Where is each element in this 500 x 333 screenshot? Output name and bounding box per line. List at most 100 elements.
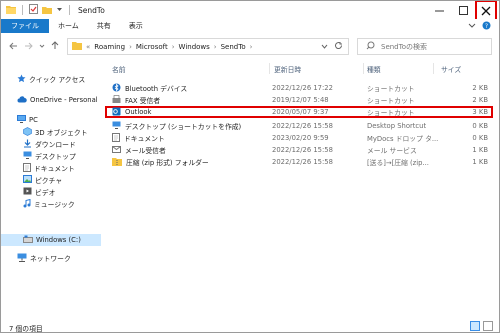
bluetooth-icon xyxy=(112,83,121,94)
file-type: ショートカット xyxy=(367,109,415,117)
navigation-pane: クイック アクセス OneDrive - Personal PC 3D オブジェ… xyxy=(1,63,101,318)
fax-icon xyxy=(112,94,121,106)
breadcrumb-roaming[interactable]: Roaming xyxy=(94,43,125,51)
explorer-window: SendTo ファイル ホーム 共有 表示 ? « Roaming › Micr… xyxy=(0,0,500,333)
chevron-down-icon[interactable] xyxy=(56,6,63,15)
file-type: [送る]→[圧縮 (zip... xyxy=(367,159,429,167)
column-header-name[interactable]: 名前 xyxy=(112,63,126,75)
breadcrumb-sendto[interactable]: SendTo xyxy=(221,43,246,51)
search-icon xyxy=(366,41,375,52)
file-size: 0 KB xyxy=(472,122,488,130)
file-type: メール サービス xyxy=(367,147,417,155)
refresh-icon[interactable] xyxy=(334,41,343,52)
chevron-right-icon: › xyxy=(213,42,217,51)
pc-icon xyxy=(17,115,26,125)
file-date: 2020/05/07 9:37 xyxy=(272,108,329,116)
column-header-type[interactable]: 種類 xyxy=(367,63,381,75)
file-name: デスクトップ (ショートカットを作成) xyxy=(125,123,242,131)
large-icons-view-button[interactable] xyxy=(483,321,493,331)
properties-icon[interactable] xyxy=(29,4,38,16)
ribbon-tabs: ファイル ホーム 共有 表示 ? xyxy=(1,19,499,33)
minimize-button[interactable] xyxy=(427,1,451,19)
documents-shortcut-icon xyxy=(112,132,120,144)
sidebar-item-label: デスクトップ xyxy=(35,153,76,161)
sidebar-item-quick-access[interactable]: クイック アクセス xyxy=(1,73,101,85)
overflow-chevron[interactable]: « xyxy=(86,43,90,51)
file-date: 2022/12/26 17:22 xyxy=(272,84,333,92)
sidebar-item-network[interactable]: ネットワーク xyxy=(1,252,101,264)
file-name: 圧縮 (zip 形式) フォルダー xyxy=(126,159,209,167)
navigation-bar: « Roaming › Microsoft › Windows › SendTo… xyxy=(1,36,499,58)
file-row[interactable]: デスクトップ (ショートカットを作成) 2022/12/26 15:58 Des… xyxy=(105,120,493,132)
desktop-icon xyxy=(23,151,32,161)
up-arrow-icon[interactable] xyxy=(51,41,59,53)
chevron-right-icon: › xyxy=(249,42,253,51)
file-date: 2023/02/20 9:59 xyxy=(272,134,329,142)
sidebar-item-windows-c[interactable]: Windows (C:) xyxy=(1,234,101,246)
search-box[interactable]: SendToの検索 xyxy=(357,38,492,55)
sidebar-item-3d-objects[interactable]: 3D オブジェクト xyxy=(1,126,101,138)
sidebar-item-pictures[interactable]: ピクチャ xyxy=(1,174,101,186)
window-title: SendTo xyxy=(78,5,105,15)
sidebar-item-pc[interactable]: PC xyxy=(1,114,101,126)
sidebar-item-videos[interactable]: ビデオ xyxy=(1,186,101,198)
details-view-button[interactable] xyxy=(470,321,480,331)
sidebar-item-label: ネットワーク xyxy=(30,255,71,263)
file-type: Desktop Shortcut xyxy=(367,122,427,130)
desktop-shortcut-icon xyxy=(112,121,121,131)
breadcrumb-microsoft[interactable]: Microsoft xyxy=(136,43,168,51)
file-name: Bluetooth デバイス xyxy=(125,85,188,93)
network-icon xyxy=(17,253,27,264)
tab-file[interactable]: ファイル xyxy=(1,19,49,33)
file-row[interactable]: メール受信者 2022/12/26 15:58 メール サービス 1 KB xyxy=(105,144,493,156)
forward-arrow-icon[interactable] xyxy=(24,42,33,53)
sidebar-item-label: ドキュメント xyxy=(34,165,75,173)
column-header-size[interactable]: サイズ xyxy=(441,63,461,75)
sidebar-item-label: ダウンロード xyxy=(35,141,76,149)
folder-icon xyxy=(6,5,16,16)
outlook-icon xyxy=(112,107,121,118)
file-row[interactable]: FAX 受信者 2019/12/07 5:48 ショートカット 2 KB xyxy=(105,94,493,106)
cube-icon xyxy=(23,126,32,138)
new-folder-icon[interactable] xyxy=(42,5,52,16)
sidebar-item-documents[interactable]: ドキュメント xyxy=(1,162,101,174)
mail-icon xyxy=(112,145,121,155)
sidebar-item-music[interactable]: ミュージック xyxy=(1,198,101,210)
chevron-right-icon: › xyxy=(129,42,132,51)
star-icon xyxy=(17,74,26,85)
sidebar-item-label: 3D オブジェクト xyxy=(35,129,88,137)
sidebar-item-onedrive[interactable]: OneDrive - Personal xyxy=(1,94,101,106)
help-icon[interactable]: ? xyxy=(482,21,491,32)
sidebar-item-downloads[interactable]: ダウンロード xyxy=(1,138,101,150)
sidebar-item-label: ビデオ xyxy=(35,189,56,197)
column-header-date[interactable]: 更新日時 xyxy=(274,63,301,75)
tab-home[interactable]: ホーム xyxy=(49,19,88,33)
file-date: 2022/12/26 15:58 xyxy=(272,146,333,154)
sidebar-item-desktop[interactable]: デスクトップ xyxy=(1,150,101,162)
address-dropdown-icon[interactable] xyxy=(321,43,328,51)
address-folder-icon xyxy=(72,41,82,52)
file-size: 2 KB xyxy=(472,84,488,92)
status-item-count: 7 個の項目 xyxy=(9,325,43,333)
sidebar-item-label: クイック アクセス xyxy=(29,76,86,84)
file-type: MyDocs ドロップ タ... xyxy=(367,135,439,143)
file-date: 2022/12/26 15:58 xyxy=(272,122,333,130)
chevron-right-icon: › xyxy=(171,42,175,51)
breadcrumb-windows[interactable]: Windows xyxy=(179,43,210,51)
tab-view[interactable]: 表示 xyxy=(120,19,152,33)
back-arrow-icon[interactable] xyxy=(9,42,18,53)
file-row[interactable]: 圧縮 (zip 形式) フォルダー 2022/12/26 15:58 [送る]→… xyxy=(105,156,493,168)
file-size: 1 KB xyxy=(472,146,488,154)
maximize-button[interactable] xyxy=(451,1,475,19)
address-bar[interactable]: « Roaming › Microsoft › Windows › SendTo… xyxy=(67,38,349,55)
file-row[interactable]: ドキュメント 2023/02/20 9:59 MyDocs ドロップ タ... … xyxy=(105,132,493,144)
sidebar-item-label: ミュージック xyxy=(34,201,75,209)
view-toggle xyxy=(470,321,493,331)
tab-share[interactable]: 共有 xyxy=(88,19,120,33)
file-type: ショートカット xyxy=(367,85,415,93)
recent-chevron-icon[interactable] xyxy=(39,42,45,52)
cloud-icon xyxy=(17,95,27,105)
ribbon-expand-icon[interactable] xyxy=(468,22,476,31)
file-row-highlighted[interactable]: Outlook 2020/05/07 9:37 ショートカット 3 KB xyxy=(105,106,493,118)
file-row[interactable]: Bluetooth デバイス 2022/12/26 17:22 ショートカット … xyxy=(105,82,493,94)
